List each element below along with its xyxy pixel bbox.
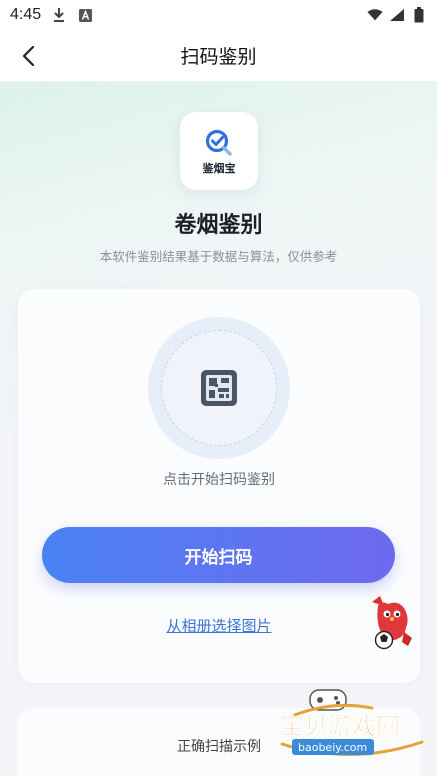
watermark-logo: 宝贝游戏网 baobeiy.com — [280, 689, 424, 757]
wifi-icon — [367, 7, 383, 23]
app-logo-text: 鉴烟宝 — [202, 162, 236, 175]
scan-card: 点击开始扫码鉴别 开始扫码 从相册选择图片 — [18, 289, 420, 683]
scan-hint: 点击开始扫码鉴别 — [163, 472, 275, 488]
start-scan-button[interactable]: 开始扫码 — [42, 527, 395, 583]
scan-area[interactable] — [148, 317, 290, 459]
watermark: 宝贝游戏网 baobeiy.com — [272, 686, 432, 772]
svg-text:baobeiy.com: baobeiy.com — [298, 741, 367, 754]
download-icon — [51, 7, 67, 23]
battery-icon — [411, 7, 427, 23]
status-time: 4:45 — [10, 6, 42, 23]
mascot-icon — [372, 596, 412, 650]
scan-circle — [161, 330, 277, 446]
a-icon — [77, 7, 93, 23]
status-bar: 4:45 — [0, 0, 437, 30]
app-logo: 鉴烟宝 — [180, 112, 258, 190]
check-magnifier-icon — [205, 129, 232, 156]
status-left: 4:45 — [10, 6, 93, 24]
qr-scan-icon — [201, 370, 237, 406]
choose-from-album-link[interactable]: 从相册选择图片 — [18, 615, 420, 636]
back-button[interactable] — [14, 42, 42, 70]
signal-icon — [389, 7, 405, 23]
app-title: 卷烟鉴别 — [174, 213, 263, 238]
mascot-floating-icon[interactable] — [364, 592, 426, 654]
chevron-left-icon — [22, 45, 35, 67]
status-right — [367, 7, 427, 23]
nav-bar: 扫码鉴别 — [0, 30, 437, 82]
disclaimer-text: 本软件鉴别结果基于数据与算法，仅供参考 — [99, 249, 338, 264]
svg-text:宝贝游戏网: 宝贝游戏网 — [280, 712, 400, 740]
page-title: 扫码鉴别 — [180, 46, 257, 68]
